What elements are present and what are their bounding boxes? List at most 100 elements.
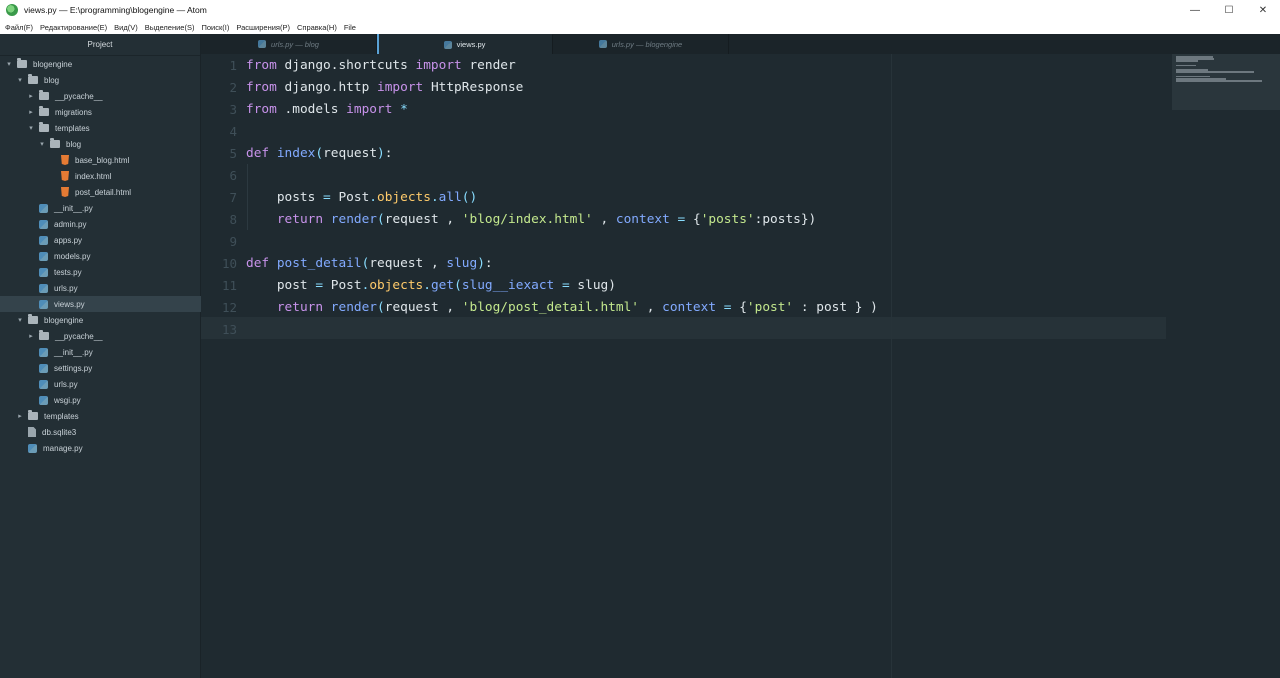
line-number: 6 [229, 167, 237, 183]
code-line[interactable]: from django.shortcuts import render [246, 54, 516, 76]
tree-item[interactable]: ▾ blogengine [0, 56, 201, 72]
line-number: 5 [229, 145, 237, 161]
chevron-right-icon[interactable]: ▸ [27, 332, 35, 340]
chevron-down-icon[interactable]: ▾ [38, 140, 46, 148]
chevron-right-icon[interactable]: ▸ [27, 92, 35, 100]
tree-item[interactable]: urls.py [0, 280, 201, 296]
folder-icon [28, 410, 38, 420]
tree-item[interactable]: admin.py [0, 216, 201, 232]
code-token: . [430, 189, 439, 205]
folder-icon [50, 138, 60, 148]
tree-item-label: models.py [54, 251, 91, 261]
tree-item[interactable]: ▸ templates [0, 408, 201, 424]
code-line[interactable]: from .models import * [246, 98, 408, 120]
tree-item[interactable]: ▾ templates [0, 120, 201, 136]
code-token: import [415, 57, 462, 73]
tree-item[interactable]: wsgi.py [0, 392, 201, 408]
menu-file-extra[interactable]: File [344, 23, 356, 32]
tree-item[interactable]: ▾ blogengine [0, 312, 201, 328]
tree-item[interactable]: __init__.py [0, 344, 201, 360]
tree-item[interactable]: post_detail.html [0, 184, 201, 200]
cursor-line-highlight [201, 317, 1166, 339]
minimap-line [1176, 80, 1263, 82]
active-tab-indicator [377, 34, 379, 54]
code-line[interactable]: posts = Post. objects. all() [246, 186, 477, 208]
close-button[interactable]: ✕ [1246, 0, 1280, 20]
menu-help[interactable]: Справка(H) [297, 23, 337, 32]
tree-item[interactable]: ▸ __pycache__ [0, 328, 201, 344]
code-token: render [330, 211, 378, 227]
code-line[interactable]: return render(request , 'blog/post_detai… [246, 296, 878, 318]
tree-item[interactable]: db.sqlite3 [0, 424, 201, 440]
code-line[interactable]: post = Post. objects. get(slug__iexact = s… [246, 274, 616, 296]
code-token: from [246, 57, 277, 73]
tree-item-label: apps.py [54, 235, 83, 245]
line-number: 4 [229, 123, 237, 139]
tree-item-label: base_blog.html [75, 155, 130, 165]
tree-item[interactable]: settings.py [0, 360, 201, 376]
code-token: ( [315, 145, 324, 161]
code-editor[interactable]: 1 2 3 4 5 6 7 8 9 10 11 12 13 from django.shortcuts … [201, 54, 1172, 678]
python-file-icon [39, 235, 48, 245]
code-token: return [276, 299, 324, 315]
code-token: : [384, 145, 393, 161]
minimap[interactable] [1172, 54, 1280, 678]
chevron-right-icon[interactable]: ▸ [27, 108, 35, 116]
python-file-icon [39, 267, 48, 277]
tree-item-label: settings.py [54, 363, 93, 373]
line-number: 10 [221, 255, 237, 271]
code-token: request [323, 145, 378, 161]
tree-item[interactable]: ▸ __pycache__ [0, 88, 201, 104]
folder-icon [39, 90, 49, 100]
tree-item[interactable]: manage.py [0, 440, 201, 456]
menu-packages[interactable]: Расширения(P) [236, 23, 290, 32]
tree-item[interactable]: ▸ migrations [0, 104, 201, 120]
tree-item[interactable]: __init__.py [0, 200, 201, 216]
chevron-down-icon[interactable]: ▾ [5, 60, 13, 68]
menu-file[interactable]: Файл(F) [5, 23, 33, 32]
tree-item[interactable]: index.html [0, 168, 201, 184]
menu-selection[interactable]: Выделение(S) [145, 23, 195, 32]
code-token: import [346, 101, 393, 117]
chevron-right-icon[interactable]: ▸ [16, 412, 24, 420]
tree-item[interactable]: ▾ blog [0, 136, 201, 152]
code-token: 'post' [746, 299, 794, 315]
code-line[interactable]: def index(request): [246, 142, 392, 164]
tab-urls-blog[interactable]: urls.py — blog [201, 34, 377, 54]
python-file-icon [28, 443, 37, 453]
tab-urls-blogengine[interactable]: urls.py — blogengine [553, 34, 729, 54]
tree-item[interactable]: views.py [0, 296, 201, 312]
menu-view[interactable]: Вид(V) [114, 23, 138, 32]
menu-find[interactable]: Поиск(I) [201, 23, 229, 32]
maximize-button[interactable]: ☐ [1212, 0, 1246, 20]
minimize-button[interactable]: — [1178, 0, 1212, 20]
chevron-down-icon[interactable]: ▾ [16, 76, 24, 84]
tab-views[interactable]: views.py [377, 34, 553, 54]
tree-item[interactable]: apps.py [0, 232, 201, 248]
code-token: 'posts' [700, 211, 755, 227]
code-line[interactable]: return render(request , 'blog/index.html… [246, 208, 816, 230]
code-token: index [276, 145, 316, 161]
code-token: get [430, 277, 455, 293]
tree-item[interactable]: urls.py [0, 376, 201, 392]
code-token: .models [276, 101, 347, 117]
tree-item[interactable]: tests.py [0, 264, 201, 280]
minimap-viewport[interactable] [1172, 54, 1280, 110]
python-file-icon [39, 299, 48, 309]
python-file-icon [443, 40, 452, 49]
code-token: def [246, 255, 270, 271]
chevron-down-icon[interactable]: ▾ [27, 124, 35, 132]
code-line[interactable]: from django.http import HttpResponse [246, 76, 523, 98]
tree-item-label: urls.py [54, 379, 78, 389]
line-number: 8 [229, 211, 237, 227]
tree-item[interactable]: models.py [0, 248, 201, 264]
code-line[interactable]: def post_detail(request , slug): [246, 252, 493, 274]
menu-edit[interactable]: Редактирование(E) [40, 23, 107, 32]
chevron-down-icon[interactable]: ▾ [16, 316, 24, 324]
tree-item[interactable]: ▾ blog [0, 72, 201, 88]
tree-item[interactable]: base_blog.html [0, 152, 201, 168]
